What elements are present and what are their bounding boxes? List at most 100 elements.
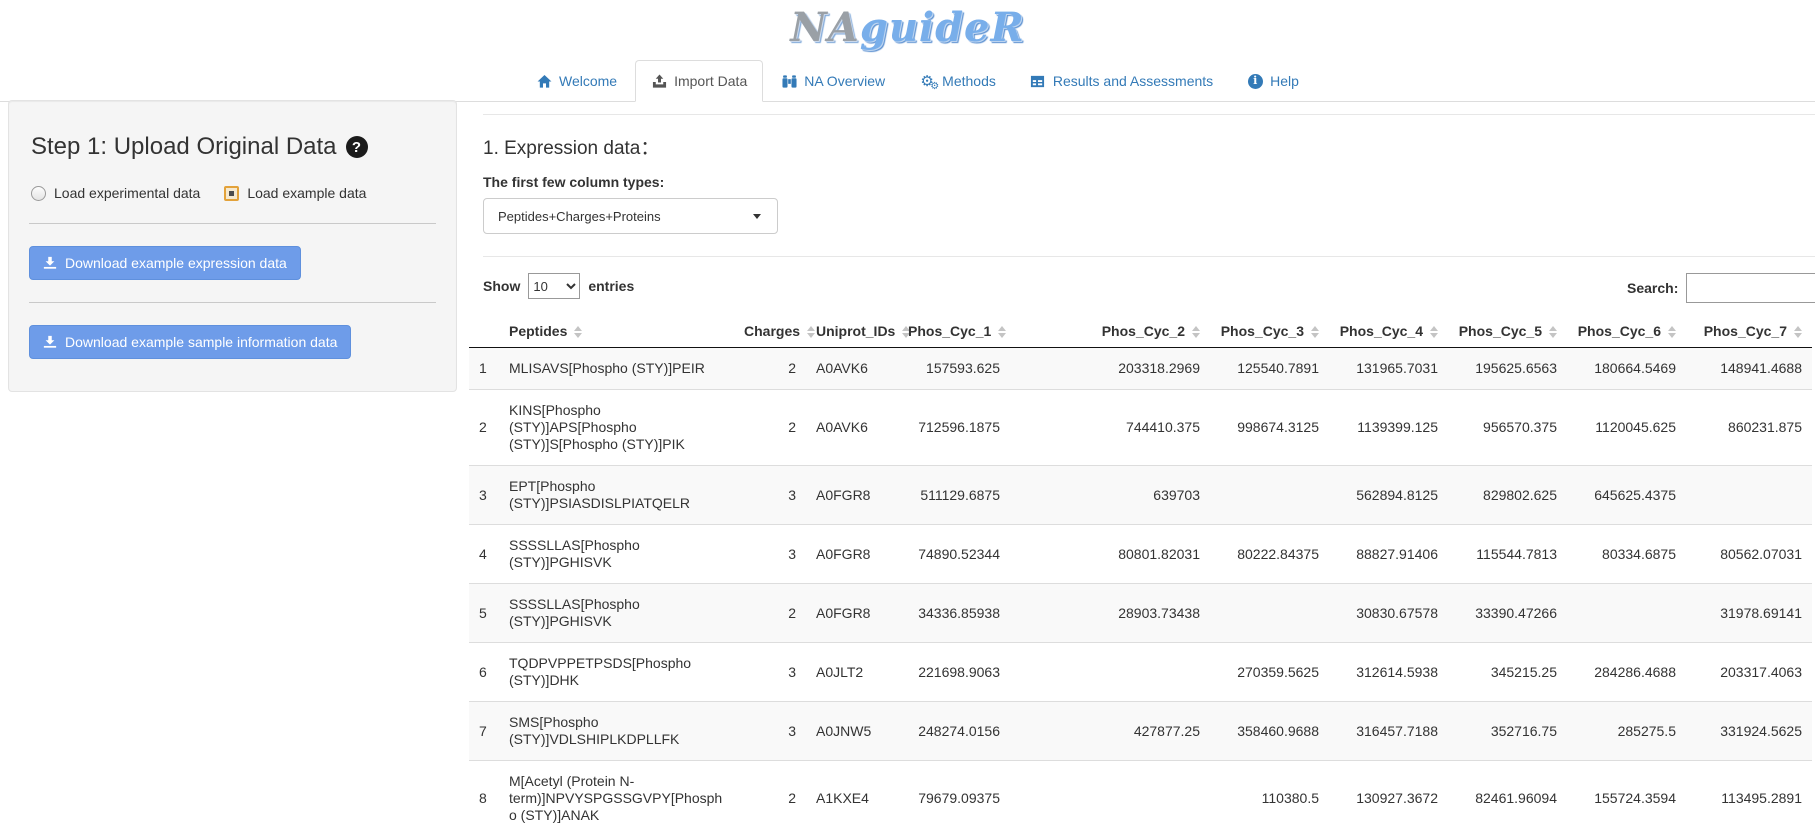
column-header-phos_cyc_6[interactable]: Phos_Cyc_6 [1567,315,1686,348]
table-row[interactable]: 7SMS[Phospho (STY)]VDLSHIPLKDPLLFK3A0JNW… [469,702,1812,761]
cell-phos-cyc-4: 88827.91406 [1329,525,1448,584]
cell-phos-cyc-7: 203317.4063 [1686,643,1812,702]
column-header-peptides[interactable]: Peptides [499,315,734,348]
sort-icon [1311,326,1319,338]
tab-welcome[interactable]: Welcome [520,60,633,102]
divider [483,114,1815,115]
cell-phos-cyc-3: 125540.7891 [1210,348,1329,390]
binoculars-icon [781,73,797,89]
column-header-phos_cyc_7[interactable]: Phos_Cyc_7 [1686,315,1812,348]
column-header-phos_cyc_3[interactable]: Phos_Cyc_3 [1210,315,1329,348]
cell-phos-cyc-6: 80334.6875 [1567,525,1686,584]
cell-phos-cyc-6: 284286.4688 [1567,643,1686,702]
cell-phos-cyc-1: 221698.9063 [898,643,1010,702]
cell-phos-cyc-2: 427877.25 [1010,702,1210,761]
column-header-charges[interactable]: Charges [734,315,806,348]
column-header-phos_cyc_5[interactable]: Phos_Cyc_5 [1448,315,1567,348]
page-length-select[interactable]: 10 [528,273,580,299]
import-data-content: 1. Expression data： The first few column… [467,100,1815,826]
cell-peptide: SMS[Phospho (STY)]VDLSHIPLKDPLLFK [499,702,734,761]
expression-data-table: PeptidesChargesUniprot_IDsPhos_Cyc_1Phos… [469,315,1812,826]
section-title-expression-data: 1. Expression data： [483,133,1815,160]
cell-charge: 3 [734,525,806,584]
cell-phos-cyc-6: 645625.4375 [1567,466,1686,525]
table-row[interactable]: 8M[Acetyl (Protein N-term)]NPVYSPGSSGVPY… [469,761,1812,826]
logo-part-2: guideR [860,4,1025,51]
sort-icon [1549,326,1557,338]
cell-phos-cyc-7: 860231.875 [1686,390,1812,466]
show-label: Show [483,278,520,294]
table-row[interactable]: 6TQDPVPPETPSDS[Phospho (STY)]DHK3A0JLT22… [469,643,1812,702]
radio-checked-icon[interactable] [224,186,239,201]
cell-phos-cyc-5: 33390.47266 [1448,584,1567,643]
cell-phos-cyc-2 [1010,761,1210,826]
divider [29,302,436,303]
cell-phos-cyc-7: 148941.4688 [1686,348,1812,390]
cell-phos-cyc-2 [1010,643,1210,702]
cell-phos-cyc-4: 562894.8125 [1329,466,1448,525]
table-row[interactable]: 2KINS[Phospho (STY)]APS[Phospho (STY)]S[… [469,390,1812,466]
cell-charge: 2 [734,584,806,643]
radio-icon[interactable] [31,186,46,201]
cell-uniprot-id: A1KXE4 [806,761,898,826]
column-header-uniprot_ids[interactable]: Uniprot_IDs [806,315,898,348]
cell-phos-cyc-3: 270359.5625 [1210,643,1329,702]
table-row[interactable]: 4SSSSLLAS[Phospho (STY)]PGHISVK3A0FGR874… [469,525,1812,584]
cell-phos-cyc-5: 345215.25 [1448,643,1567,702]
cell-peptide: M[Acetyl (Protein N-term)]NPVYSPGSSGVPY[… [499,761,734,826]
cell-uniprot-id: A0AVK6 [806,348,898,390]
column-header-phos_cyc_1[interactable]: Phos_Cyc_1 [898,315,1010,348]
cell-peptide: KINS[Phospho (STY)]APS[Phospho (STY)]S[P… [499,390,734,466]
column-header-phos_cyc_4[interactable]: Phos_Cyc_4 [1329,315,1448,348]
cell-row-index: 6 [469,643,499,702]
cell-phos-cyc-7: 31978.69141 [1686,584,1812,643]
cell-phos-cyc-1: 74890.52344 [898,525,1010,584]
cell-phos-cyc-5: 195625.6563 [1448,348,1567,390]
gears-icon: ⚙⚙ [919,73,935,89]
cell-uniprot-id: A0FGR8 [806,584,898,643]
column-header-phos_cyc_2[interactable]: Phos_Cyc_2 [1010,315,1210,348]
table-row[interactable]: 3EPT[Phospho (STY)]PSIASDISLPIATQELR3A0F… [469,466,1812,525]
cell-phos-cyc-6: 285275.5 [1567,702,1686,761]
tab-import-data[interactable]: Import Data [635,60,763,102]
sort-icon [807,326,815,338]
cell-phos-cyc-2: 80801.82031 [1010,525,1210,584]
download-sample-information-button[interactable]: Download example sample information data [29,325,351,359]
cell-phos-cyc-4: 316457.7188 [1329,702,1448,761]
cell-phos-cyc-5: 352716.75 [1448,702,1567,761]
table-row[interactable]: 5SSSSLLAS[Phospho (STY)]PGHISVK2A0FGR834… [469,584,1812,643]
column-types-dropdown[interactable]: Peptides+Charges+Proteins [483,198,778,234]
cell-peptide: SSSSLLAS[Phospho (STY)]PGHISVK [499,525,734,584]
app-logo: NAguideR [0,0,1815,56]
question-circle-icon[interactable]: ? [346,136,368,158]
cell-phos-cyc-2: 203318.2969 [1010,348,1210,390]
tab-results-assessments[interactable]: Results and Assessments [1014,60,1229,102]
upload-icon [651,73,667,89]
cell-phos-cyc-3: 358460.9688 [1210,702,1329,761]
cell-phos-cyc-6: 180664.5469 [1567,348,1686,390]
cell-phos-cyc-3 [1210,466,1329,525]
radio-load-experimental-data[interactable]: Load experimental data [31,185,200,201]
sort-icon [574,326,582,338]
cell-peptide: TQDPVPPETPSDS[Phospho (STY)]DHK [499,643,734,702]
radio-load-example-data[interactable]: Load example data [224,185,366,201]
tab-methods[interactable]: ⚙⚙ Methods [903,60,1012,102]
chevron-down-icon [753,214,761,219]
cell-charge: 2 [734,390,806,466]
cell-phos-cyc-3 [1210,584,1329,643]
tab-na-overview[interactable]: NA Overview [765,60,901,102]
table-row[interactable]: 1MLISAVS[Phospho (STY)]PEIR2A0AVK6157593… [469,348,1812,390]
cell-row-index: 2 [469,390,499,466]
nav-tab-bar: Welcome Import Data NA Overview ⚙⚙ Metho… [0,56,1815,102]
table-search-control: Search: [1627,273,1815,303]
download-expression-data-button[interactable]: Download example expression data [29,246,301,280]
tab-help[interactable]: i Help [1231,60,1315,102]
table-icon [1030,73,1046,89]
cell-charge: 3 [734,702,806,761]
upload-panel: Step 1: Upload Original Data ? Load expe… [8,100,457,392]
search-input[interactable] [1686,273,1815,303]
cell-phos-cyc-4: 30830.67578 [1329,584,1448,643]
sort-icon [998,326,1006,338]
cell-charge: 3 [734,643,806,702]
cell-row-index: 7 [469,702,499,761]
